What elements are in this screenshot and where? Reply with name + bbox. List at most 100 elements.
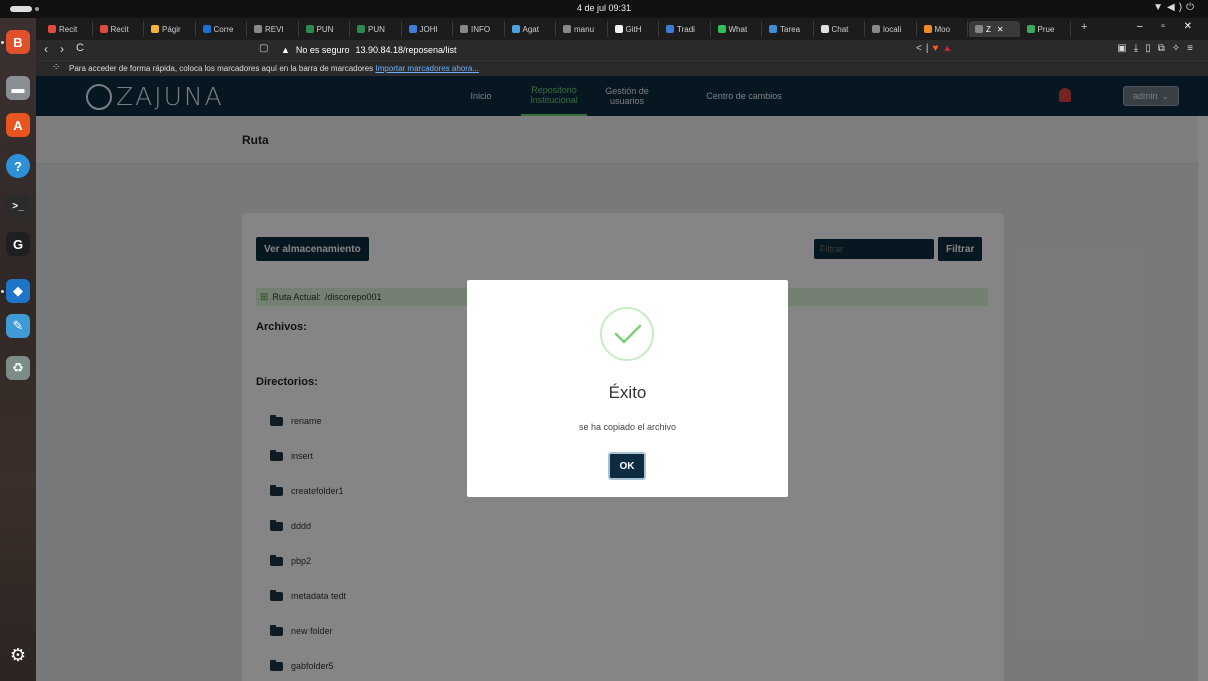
tab-favicon-icon [511, 25, 520, 33]
browser-tab[interactable]: Z ✕ [969, 21, 1020, 37]
browser-tab[interactable]: PUN [351, 21, 402, 37]
browser-tab[interactable]: Págir [145, 21, 196, 37]
tab-label: manu [574, 24, 595, 34]
tab-favicon-icon [99, 25, 108, 33]
security-label: No es seguro [295, 45, 350, 55]
browser-tab[interactable]: Moo [918, 21, 968, 37]
wifi-icon[interactable]: ▼ [1153, 2, 1167, 13]
browser-tab[interactable]: Agat [506, 21, 556, 37]
forward-button[interactable]: › [60, 42, 64, 56]
browser-tab[interactable]: Tradi [660, 21, 711, 37]
back-button[interactable]: ‹ [44, 42, 48, 56]
tab-label: locali [883, 24, 902, 34]
browser-tab[interactable]: PUN [300, 21, 350, 37]
browser-tab[interactable]: Prue [1021, 21, 1071, 37]
dock: B ▬ A ? >_ G ◆ ✎ ♻ ⚙ [0, 18, 36, 681]
menu-icon[interactable]: ≡ [1187, 43, 1200, 54]
browser-tab[interactable]: Recit [42, 21, 93, 37]
window-controls[interactable]: – ▫ ✕ [1137, 21, 1200, 32]
leo-icon[interactable]: ✧ [1172, 43, 1187, 54]
show-apps-icon[interactable]: ⚙ [6, 643, 30, 667]
files-icon[interactable]: ▬ [6, 76, 30, 100]
terminal-icon[interactable]: >_ [6, 194, 30, 218]
modal-message: se ha copiado el archivo [578, 422, 677, 432]
trash-icon[interactable]: ♻ [6, 356, 30, 380]
address-bar[interactable]: ▲ No es seguro 13.90.84.18/reposena/list [281, 42, 981, 58]
download-icon[interactable]: ⤓ [1134, 43, 1145, 54]
gitkraken-icon[interactable]: G [6, 232, 30, 256]
tab-favicon-icon [254, 25, 262, 33]
tab-label: Págir [162, 24, 181, 34]
tab-label: What [728, 24, 748, 34]
tab-label: Z [986, 24, 991, 34]
bookmark-icon[interactable]: ▢ [259, 43, 268, 54]
tab-favicon-icon [563, 25, 571, 33]
tab-label: Recit [110, 24, 129, 34]
browser-tab[interactable]: JOHI [403, 21, 453, 37]
tab-strip: Recit Recit Págir Corre REVI PUN PUN JOHI INFO Ag… [36, 18, 1208, 40]
browser-tab[interactable]: What [712, 21, 762, 37]
browser-tab[interactable]: manu [557, 21, 608, 37]
tab-favicon-icon [48, 25, 56, 33]
app-center-icon[interactable]: A [6, 113, 30, 137]
tab-label: PUN [368, 24, 385, 34]
running-indicator [1, 41, 4, 44]
ok-button[interactable]: OK [608, 452, 646, 480]
browser-tab[interactable]: INFO [454, 21, 505, 37]
apps-grid-icon[interactable]: ⁘ [52, 62, 60, 73]
tab-label: INFO [471, 24, 491, 34]
address-actions: <|♥▲ [916, 43, 957, 54]
tab-favicon-icon [769, 25, 777, 33]
success-modal: Éxito se ha copiado el archivo OK [467, 280, 788, 497]
browser-tab[interactable]: locali [866, 21, 917, 37]
browser-toolbar-actions: ▣⤓▯⧉✧≡ [1117, 43, 1200, 54]
import-bookmarks-link[interactable]: Importar marcadores ahora... [375, 64, 479, 73]
tab-label: Corre [213, 24, 234, 34]
help-icon[interactable]: ? [6, 154, 30, 178]
browser-tab[interactable]: Tarea [763, 21, 814, 37]
tab-label: PUN [316, 24, 334, 34]
system-clock[interactable]: 4 de jul 09:31 [0, 3, 1208, 13]
tab-favicon-icon [408, 25, 417, 33]
brave-shield-icon[interactable]: ♥ [932, 43, 942, 54]
warning-icon: ▲ [281, 45, 290, 55]
vscode-icon[interactable]: ◆ [6, 279, 30, 303]
bookmarks-bar: ⁘ Para acceder de forma rápida, coloca l… [36, 60, 1208, 76]
browser-tab[interactable]: Chat [815, 21, 865, 37]
tab-favicon-icon [202, 25, 211, 33]
tab-label: Agat [522, 24, 539, 34]
sidebar-icon[interactable]: ▯ [1145, 43, 1158, 54]
browser-tab[interactable]: GitH [609, 21, 659, 37]
tab-label: Tarea [780, 24, 801, 34]
reload-button[interactable]: C [76, 42, 84, 54]
address-toolbar: ‹ › C ▢ ▲ No es seguro 13.90.84.18/repos… [36, 40, 1208, 60]
share-icon[interactable]: < [916, 43, 926, 54]
system-tray[interactable]: ▼◀)⏻ [1153, 2, 1198, 13]
system-top-bar: 4 de jul 09:31 ▼◀)⏻ [0, 0, 1208, 18]
tab-label: Recit [59, 24, 78, 34]
brave-icon[interactable]: B [6, 30, 30, 54]
tab-favicon-icon [1026, 25, 1035, 33]
browser-tab[interactable]: Corre [197, 21, 247, 37]
url-text: 13.90.84.18/reposena/list [355, 45, 457, 55]
tab-label: Moo [934, 24, 951, 34]
tab-favicon-icon [151, 25, 159, 33]
power-icon[interactable]: ⏻ [1186, 2, 1198, 13]
brave-rewards-icon[interactable]: ▲ [942, 43, 956, 54]
tab-favicon-icon [923, 25, 932, 33]
wallet-icon[interactable]: ▣ [1117, 43, 1133, 54]
volume-icon[interactable]: ◀) [1167, 2, 1186, 13]
text-editor-icon[interactable]: ✎ [6, 314, 30, 338]
browser-tab[interactable]: Recit [94, 21, 144, 37]
tab-label: Prue [1037, 24, 1055, 34]
browser-tab[interactable]: REVI [248, 21, 299, 37]
tab-label: Chat [831, 24, 849, 34]
tab-favicon-icon [666, 25, 674, 33]
tab-label: Tradi [677, 24, 695, 34]
tab-favicon-icon [872, 25, 880, 33]
new-tab-button[interactable]: + [1081, 21, 1087, 33]
close-tab-icon[interactable]: ✕ [997, 25, 1004, 34]
tab-label: JOHI [419, 24, 438, 34]
extensions-icon[interactable]: ⧉ [1158, 43, 1172, 54]
tab-label: GitH [625, 24, 642, 34]
